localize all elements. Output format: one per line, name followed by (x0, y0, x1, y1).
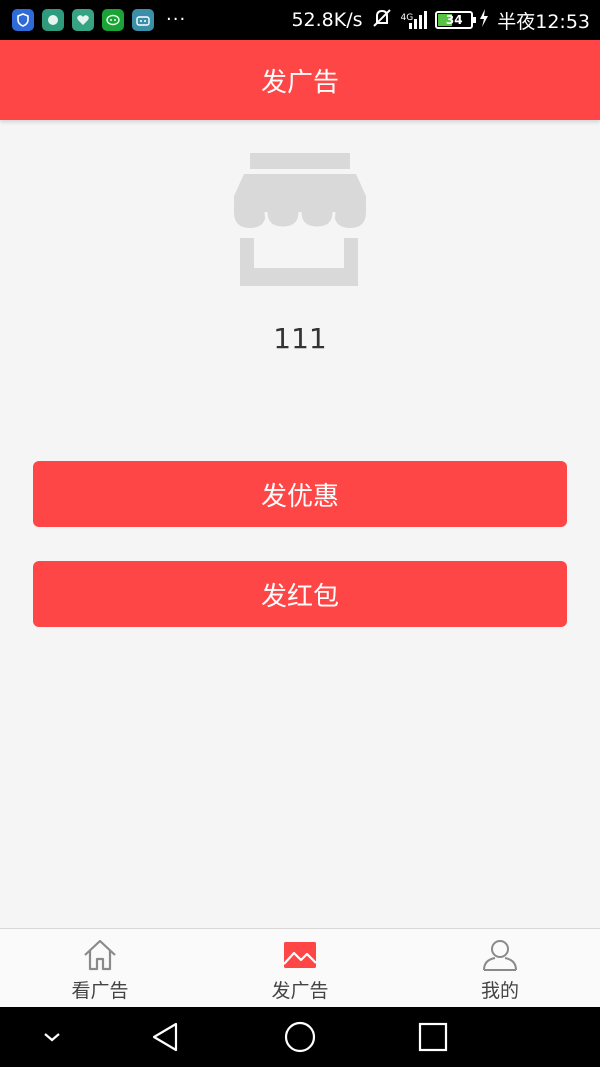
post-red-packet-button[interactable]: 发红包 (33, 561, 567, 627)
shield-app-icon (12, 9, 34, 31)
nav-item-mine[interactable]: 我的 (400, 929, 600, 1007)
recents-square-icon[interactable] (417, 1021, 449, 1053)
nav-label-mine: 我的 (480, 980, 519, 1002)
network-speed: 52.8K/s (291, 9, 363, 31)
home-circle-icon[interactable] (284, 1021, 316, 1053)
system-nav-bar (0, 1007, 600, 1067)
wechat-app-icon (102, 9, 124, 31)
android-app-icon (132, 9, 154, 31)
security-app-icon (42, 9, 64, 31)
bottom-nav: 看广告 发广告 我的 (0, 928, 600, 1007)
nav-label-post-ads: 发广告 (271, 980, 329, 1002)
clock: 半夜12:53 (497, 10, 590, 33)
battery-level: 34 (445, 13, 463, 27)
picture-icon (283, 942, 317, 968)
nav-item-post-ads[interactable]: 发广告 (200, 929, 400, 1007)
overflow-dots: ··· (166, 9, 187, 30)
signal-group: 4G (401, 11, 428, 29)
home-icon (84, 939, 116, 971)
app-bar: 发广告 (0, 40, 600, 120)
notification-icons: ··· (12, 9, 186, 31)
post-discount-button[interactable]: 发优惠 (33, 461, 567, 527)
nav-item-view-ads[interactable]: 看广告 (0, 929, 200, 1007)
system-status: 52.8K/s 4G 34 半夜12:53 (291, 7, 590, 34)
page-title: 发广告 (260, 67, 339, 98)
nav-label-view-ads: 看广告 (71, 980, 129, 1002)
shop-name: 111 (273, 322, 327, 355)
battery-icon: 34 (435, 11, 477, 29)
heart-app-icon (72, 9, 94, 31)
network-type: 4G (400, 13, 414, 23)
status-bar: ··· 52.8K/s 4G 34 半夜12:53 (0, 0, 600, 40)
back-triangle-icon[interactable] (150, 1021, 182, 1053)
user-icon (483, 940, 517, 971)
store-icon (230, 150, 370, 290)
collapse-chevron-icon[interactable] (36, 1021, 68, 1053)
charging-icon (479, 8, 489, 33)
mute-icon (371, 7, 393, 34)
